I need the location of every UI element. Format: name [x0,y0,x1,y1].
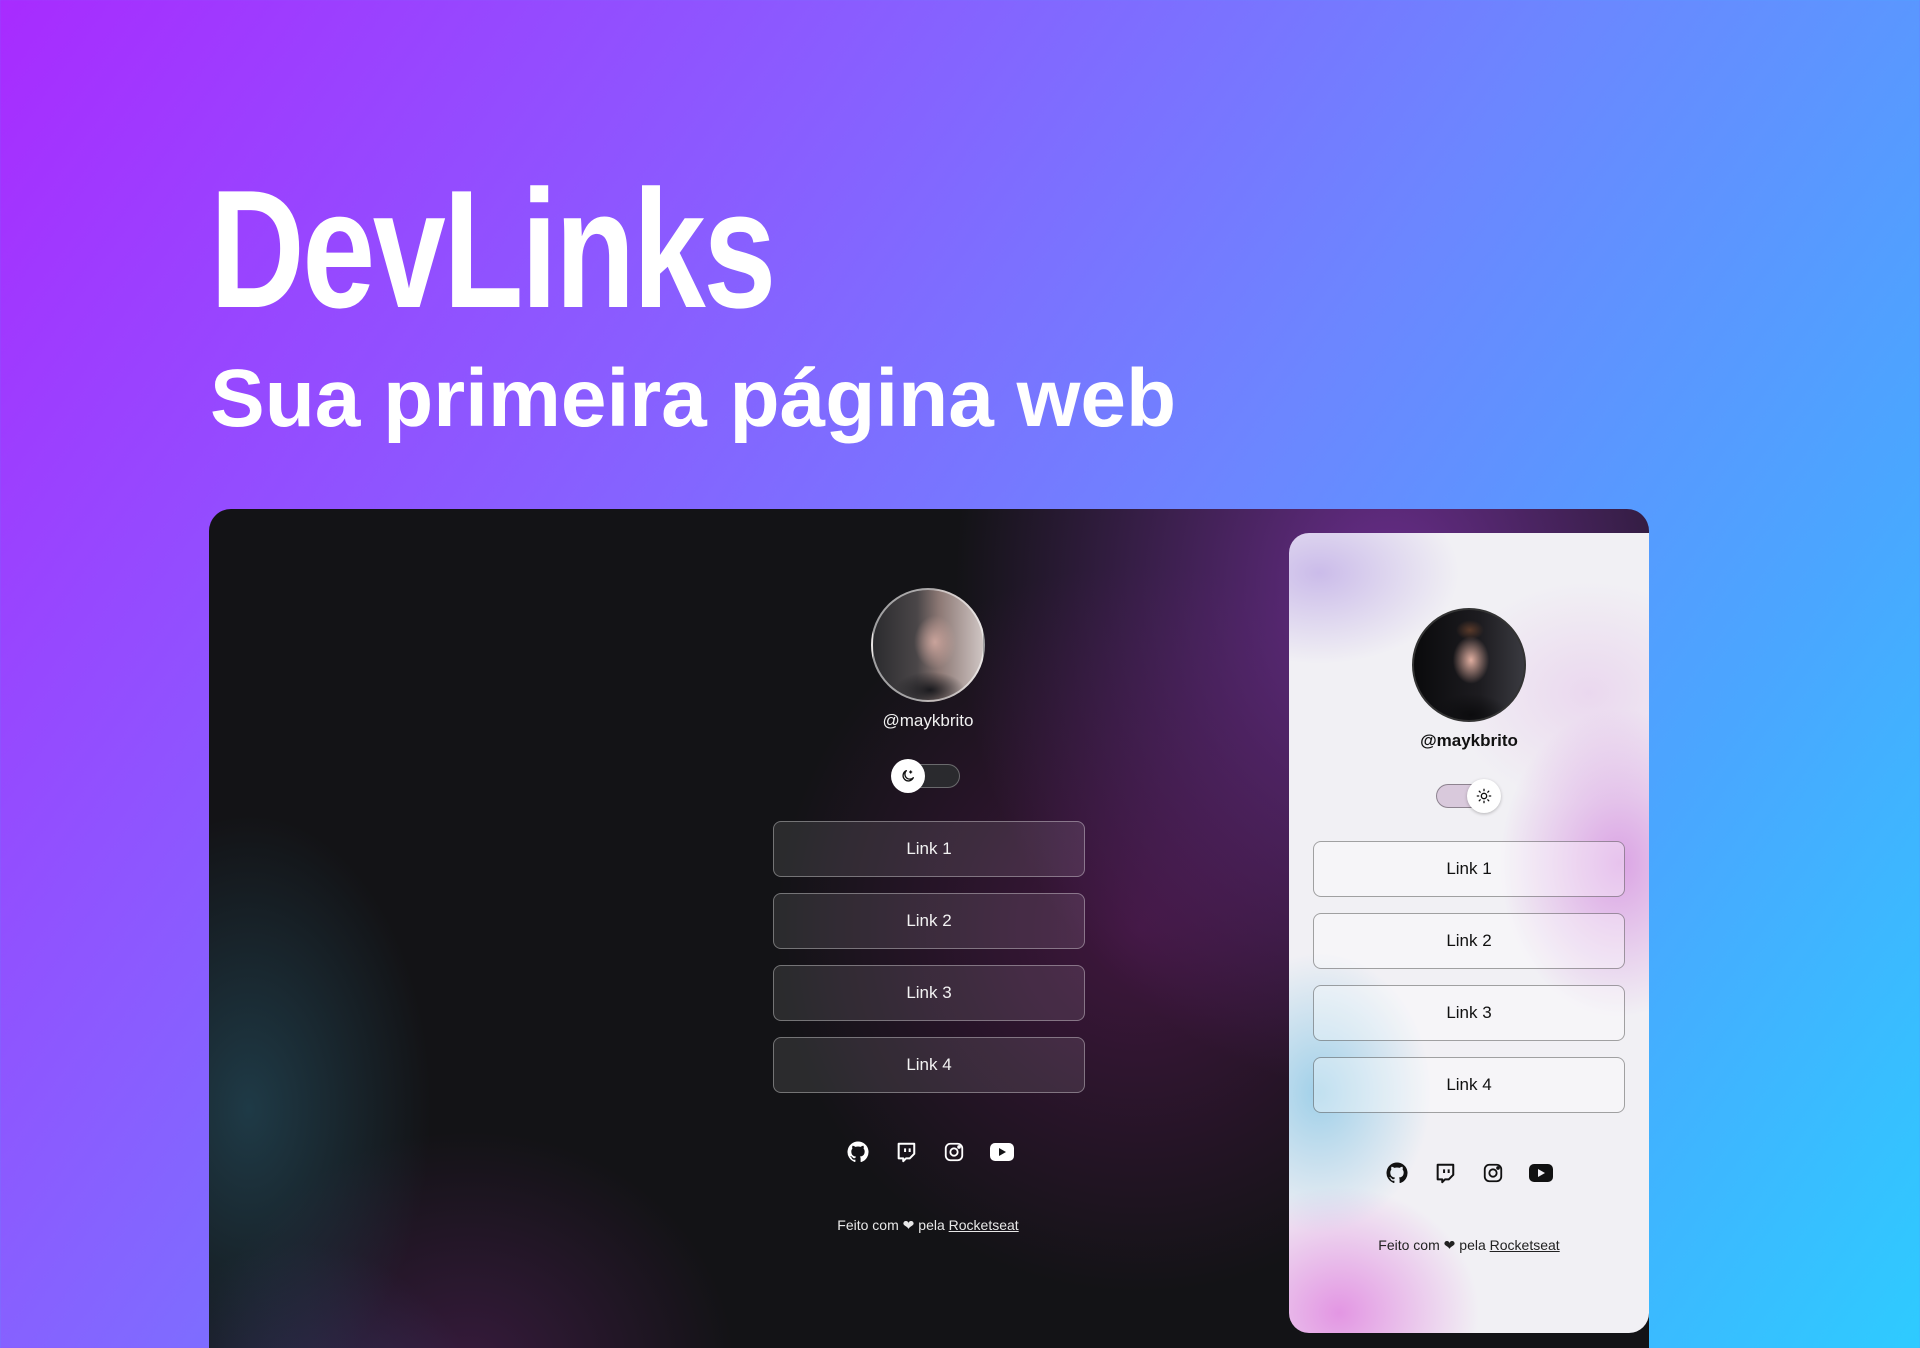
instagram-icon[interactable] [1479,1159,1507,1187]
github-icon[interactable] [1383,1159,1411,1187]
theme-switch-knob[interactable] [891,759,925,793]
link-button-3[interactable]: Link 3 [1313,985,1625,1041]
hero-title: DevLinks [210,155,776,343]
footer-prefix: Feito com [1378,1237,1440,1253]
link-button-4[interactable]: Link 4 [1313,1057,1625,1113]
footer-credit: Feito com ❤ pela Rocketseat [728,1217,1128,1234]
moon-icon [902,770,914,782]
youtube-icon[interactable] [988,1138,1016,1166]
rocketseat-link[interactable]: Rocketseat [1490,1237,1560,1253]
heart-icon: ❤ [1443,1237,1456,1253]
link-button-4[interactable]: Link 4 [773,1037,1085,1093]
footer-credit: Feito com ❤ pela Rocketseat [1289,1237,1649,1254]
heart-icon: ❤ [902,1217,915,1233]
light-theme-preview: @maykbrito Link 1 Link 2 Link 3 Link 4 F… [1289,533,1649,1333]
link-button-2[interactable]: Link 2 [1313,913,1625,969]
rocketseat-link[interactable]: Rocketseat [949,1217,1019,1233]
hero-subtitle: Sua primeira página web [210,353,1177,444]
footer-middle: pela [1459,1237,1486,1253]
footer-middle: pela [918,1217,945,1233]
theme-switch[interactable] [891,759,960,793]
link-button-3[interactable]: Link 3 [773,965,1085,1021]
sun-icon [1476,788,1492,804]
profile-username: @maykbrito [882,711,974,730]
youtube-icon[interactable] [1527,1159,1555,1187]
theme-switch[interactable] [1436,779,1501,813]
link-button-2[interactable]: Link 2 [773,893,1085,949]
social-links [1383,1159,1555,1187]
twitch-icon[interactable] [892,1138,920,1166]
social-links [844,1138,1016,1166]
profile-username: @maykbrito [1420,731,1518,750]
instagram-icon[interactable] [940,1138,968,1166]
link-button-1[interactable]: Link 1 [1313,841,1625,897]
github-icon[interactable] [844,1138,872,1166]
twitch-icon[interactable] [1431,1159,1459,1187]
link-button-1[interactable]: Link 1 [773,821,1085,877]
theme-switch-knob[interactable] [1467,779,1501,813]
footer-prefix: Feito com [837,1217,899,1233]
profile-avatar [1412,608,1526,722]
profile-avatar [871,588,985,702]
